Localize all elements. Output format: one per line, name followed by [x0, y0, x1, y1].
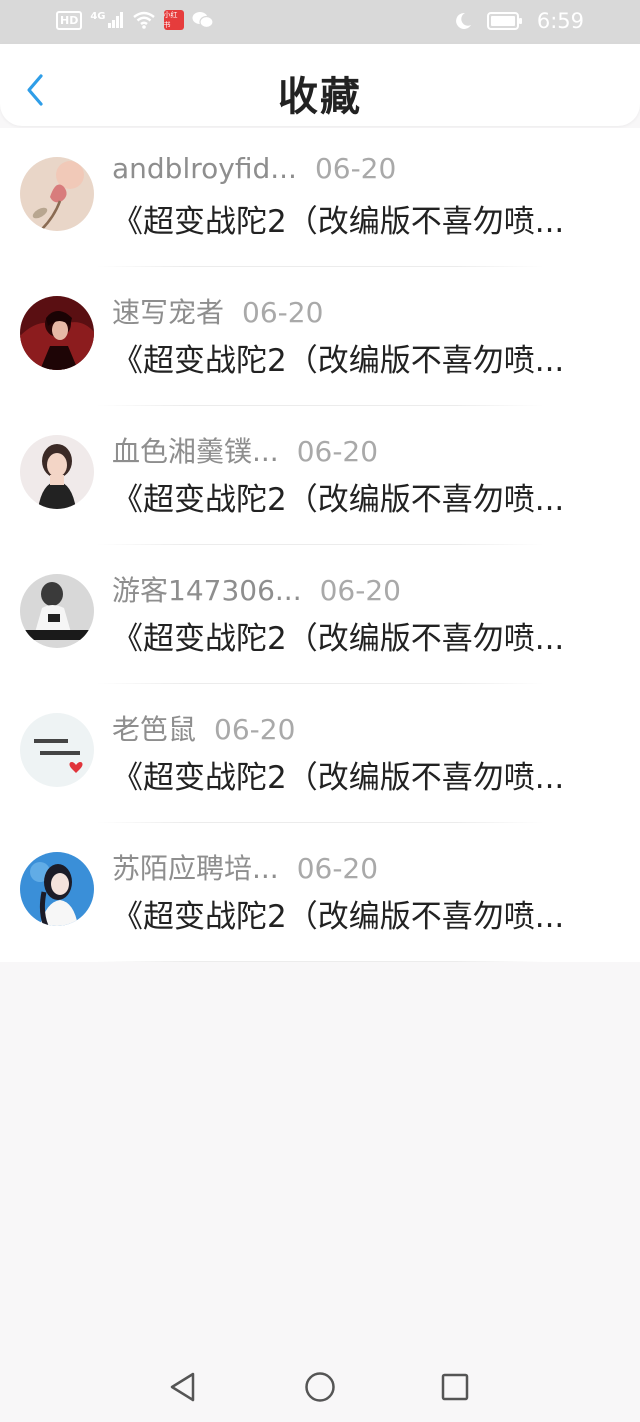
date: 06-20 — [214, 713, 296, 746]
date: 06-20 — [296, 435, 379, 468]
clock: 6:59 — [536, 9, 584, 33]
signal-icon: 4G — [90, 11, 123, 28]
avatar[interactable] — [20, 157, 94, 231]
post-title[interactable]: 《超变战陀2（改编版不喜勿喷... — [112, 474, 612, 519]
moon-icon — [455, 12, 471, 29]
list-item[interactable]: 游客147306... 06-20 《超变战陀2（改编版不喜勿喷... — [0, 545, 640, 684]
page-title: 收藏 — [278, 74, 362, 120]
post-title[interactable]: 《超变战陀2（改编版不喜勿喷... — [112, 613, 612, 658]
user-line: 速写宠者 06-20 — [112, 291, 323, 331]
list-item[interactable]: andblroyfid... 06-20 《超变战陀2（改编版不喜勿喷... — [0, 128, 640, 267]
home-circle-icon[interactable] — [303, 1370, 337, 1404]
post-title[interactable]: 《超变战陀2（改编版不喜勿喷... — [112, 752, 612, 797]
avatar[interactable] — [20, 852, 94, 926]
user-line: 游客147306... 06-20 — [112, 569, 401, 609]
user-line: 血色湘羹镤... 06-20 — [112, 430, 378, 470]
date: 06-20 — [242, 296, 324, 329]
post-title[interactable]: 《超变战陀2（改编版不喜勿喷... — [112, 196, 612, 241]
avatar[interactable] — [20, 574, 94, 648]
header: 收藏 — [0, 44, 640, 126]
list-item[interactable]: 老笆鼠 06-20 《超变战陀2（改编版不喜勿喷... — [0, 684, 640, 823]
status-bar: HD 4G 小红书 6:59 — [0, 0, 640, 44]
avatar[interactable] — [20, 713, 94, 787]
date: 06-20 — [319, 574, 401, 607]
hd-icon: HD — [56, 10, 83, 30]
username[interactable]: 血色湘羹镤... — [112, 435, 279, 468]
wechat-icon — [192, 12, 214, 29]
back-triangle-icon[interactable] — [166, 1370, 200, 1404]
divider — [96, 961, 544, 962]
username[interactable]: andblroyfid... — [112, 152, 297, 185]
network-type: 4G — [90, 11, 106, 22]
user-line: 苏陌应聘培... 06-20 — [112, 847, 378, 887]
date: 06-20 — [314, 152, 397, 185]
user-line: 老笆鼠 06-20 — [112, 708, 295, 748]
app-icon: 小红书 — [163, 10, 184, 30]
favorites-list: andblroyfid... 06-20 《超变战陀2（改编版不喜勿喷... 速写… — [0, 128, 640, 962]
list-item[interactable]: 速写宠者 06-20 《超变战陀2（改编版不喜勿喷... — [0, 267, 640, 406]
list-item[interactable]: 苏陌应聘培... 06-20 《超变战陀2（改编版不喜勿喷... — [0, 823, 640, 962]
avatar[interactable] — [20, 296, 94, 370]
battery-icon — [486, 12, 522, 30]
avatar[interactable] — [20, 435, 94, 509]
post-title[interactable]: 《超变战陀2（改编版不喜勿喷... — [112, 891, 612, 936]
post-title[interactable]: 《超变战陀2（改编版不喜勿喷... — [112, 335, 612, 380]
username[interactable]: 苏陌应聘培... — [112, 852, 279, 885]
username[interactable]: 老笆鼠 — [112, 713, 196, 746]
list-item[interactable]: 血色湘羹镤... 06-20 《超变战陀2（改编版不喜勿喷... — [0, 406, 640, 545]
recents-square-icon[interactable] — [438, 1370, 472, 1404]
username[interactable]: 游客147306... — [112, 574, 302, 607]
wifi-icon — [132, 11, 155, 29]
system-nav-bar — [0, 1348, 640, 1422]
date: 06-20 — [296, 852, 379, 885]
username[interactable]: 速写宠者 — [112, 296, 224, 329]
user-line: andblroyfid... 06-20 — [112, 152, 396, 185]
